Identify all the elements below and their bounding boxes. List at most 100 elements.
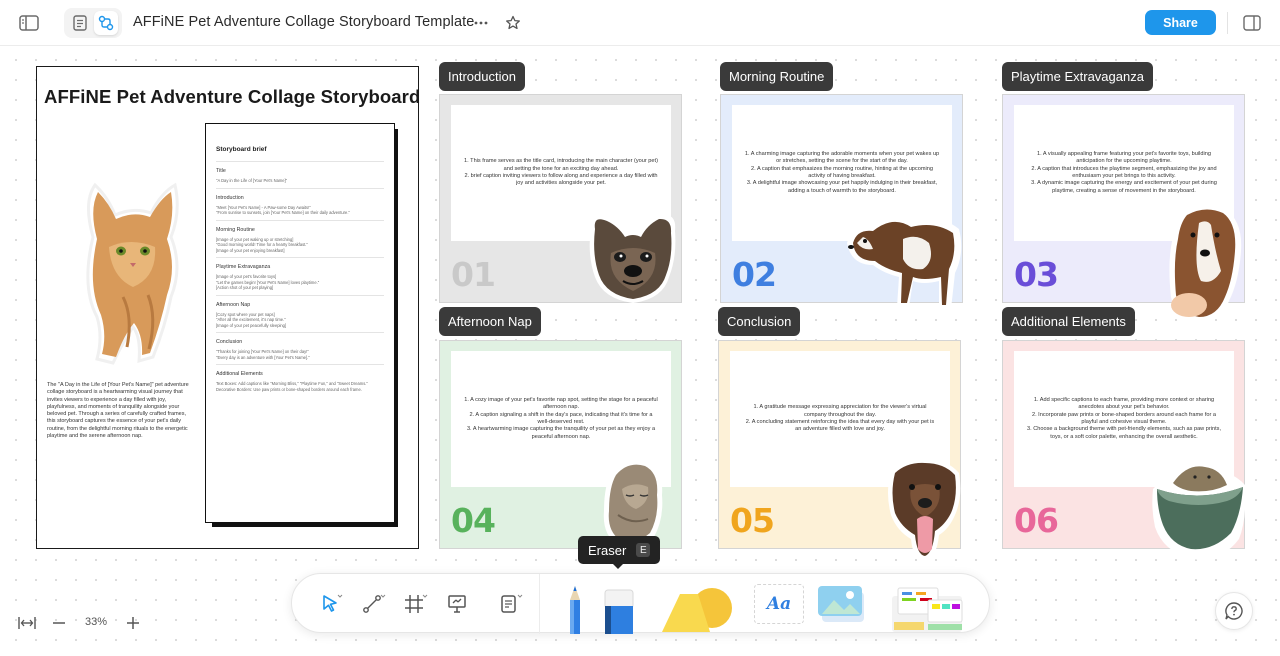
frame-number: 03 [1014,255,1059,294]
share-button[interactable]: Share [1145,10,1216,35]
frame-label-additional-elements[interactable]: Additional Elements [1002,307,1135,336]
frame-line: 1. A visually appealing frame featuring … [1037,151,1211,165]
section-line: [Action shot of your pet playing] [216,285,274,290]
frame-afternoon-nap[interactable]: 1. A cozy image of your pet's favorite n… [439,340,682,549]
brief-section-afternoon-nap: Afternoon Nap [Cozy spot where your pet … [216,302,384,329]
frame-line: 1. A charming image capturing the adorab… [744,151,940,165]
image-tool-icon[interactable] [816,584,868,624]
frame-morning-routine[interactable]: 1. A charming image capturing the adorab… [720,94,963,309]
frame-text: 1. A charming image capturing the adorab… [744,151,940,195]
frame-label-morning-routine[interactable]: Morning Routine [720,62,834,91]
frame-line: 2. Incorporate paw prints or bone-shaped… [1031,411,1217,425]
frame-number: 04 [451,501,496,540]
section-heading: Conclusion [216,339,243,345]
brief-section-conclusion: Conclusion "Thanks for joining [Your Pet… [216,339,384,360]
bulldog-photo[interactable] [585,207,681,310]
frame-line: 3. A delightful image showcasing your pe… [746,180,938,194]
zoom-out-icon[interactable] [51,614,67,632]
frame-line: 1. This frame serves as the title card, … [464,158,658,172]
storyboard-title: AFFiNE Pet Adventure Collage Storyboard [44,86,421,107]
divider [216,364,384,365]
frame-introduction[interactable]: 1. This frame serves as the title card, … [439,94,682,303]
section-line: [Image of your pet enjoying breakfast] [216,247,285,253]
shape-tool-icon[interactable] [660,586,738,634]
pitbull-tongue-photo[interactable] [885,457,963,568]
fit-to-screen-icon[interactable] [17,614,37,632]
frame-additional-elements[interactable]: 1. Add specific captions to each frame, … [1002,340,1246,560]
divider [216,187,384,189]
section-heading: Title [216,168,226,174]
storyboard-brief-frame[interactable]: AFFiNE Pet Adventure Collage Storyboard … [36,66,421,549]
frame-text: 1. A visually appealing frame featuring … [1026,151,1222,195]
frame-line: 2. A caption that introduces the playtim… [1031,165,1217,179]
frame-line: 3. Choose a background theme with pet-fr… [1026,426,1222,440]
frame-line: 2. A caption signaling a shift in the da… [469,411,653,425]
frame-label-conclusion[interactable]: Conclusion [718,307,801,336]
storyboard-brief-card[interactable]: Storyboard brief Title "A Day in the Lif… [205,123,395,523]
divider [216,257,384,258]
frame-text: 1. A cozy image of your pet's favorite n… [463,397,659,441]
edgeless-mode-icon[interactable] [94,11,118,35]
frame-line: 2. brief caption inviting viewers to fol… [464,173,658,187]
right-panel-icon[interactable] [1241,11,1263,35]
divider [216,161,384,162]
section-line: "From sunrise to sunsets, join [Your Pet… [216,210,350,215]
cat-photo[interactable] [53,177,203,367]
section-heading: Additional Elements [216,371,263,377]
frame-text: 1. A gratitude message expressing apprec… [742,404,938,433]
frame-line: 3. A dynamic image capturing the energy … [1031,180,1217,194]
frame-label-afternoon-nap[interactable]: Afternoon Nap [439,307,541,336]
more-icon[interactable] [470,11,492,35]
frame-line: 2. A caption that emphasizes the morning… [751,165,933,179]
brief-section-additional: Additional Elements Text Boxes: Add capt… [216,371,384,392]
section-line: "Every day is an adventure with [Your Pe… [216,354,310,360]
frame-number: 05 [730,501,775,540]
zoom-level[interactable]: 33% [78,616,114,628]
frame-label-introduction[interactable]: Introduction [439,62,525,91]
frame-line: 1. A cozy image of your pet's favorite n… [464,397,658,411]
frame-line: 3. A heartwarming image capturing the tr… [466,426,656,440]
select-tool-icon[interactable] [316,590,346,618]
divider [216,294,384,296]
help-icon[interactable] [1215,592,1253,630]
eraser-tool-icon[interactable] [602,586,636,634]
text-tool-icon[interactable]: Aa [754,584,804,624]
section-line: Decorative Borders: Use paw prints or bo… [216,386,362,392]
document-title[interactable]: AFFiNE Pet Adventure Collage Storyboard … [133,14,474,30]
tooltip-arrow [612,563,624,569]
section-heading: Playtime Extravaganza [216,264,271,270]
top-bar: AFFiNE Pet Adventure Collage Storyboard … [0,0,1280,46]
brief-section-morning-routine: Morning Routine [Image of your pet wakin… [216,227,384,254]
page-mode-icon[interactable] [68,11,92,35]
frame-playtime[interactable]: 1. A visually appealing frame featuring … [1002,94,1245,323]
pen-tool-icon[interactable] [562,584,588,634]
star-icon[interactable] [502,11,524,35]
edgeless-toolbar: Aa [291,573,990,634]
mode-switch [64,8,122,38]
border-collie-photo[interactable] [843,203,965,318]
section-line: [Image of your pet peacefully sleeping] [216,322,287,328]
frame-line: 1. Add specific captions to each frame, … [1033,397,1215,411]
cat-in-bowl-photo[interactable] [1151,459,1247,568]
brief-section-playtime: Playtime Extravaganza [Image of your pet… [216,264,384,291]
frame-conclusion[interactable]: 1. A gratitude message expressing apprec… [718,340,961,561]
puppy-with-toy-photo[interactable] [1163,201,1247,330]
frame-tool-icon[interactable] [400,590,430,618]
text-tool-label: Aa [766,594,792,614]
tooltip-label: Eraser [588,542,627,558]
brief-section-title: Title "A Day in the Life of [Your Pet's … [216,168,384,184]
template-tool-icon[interactable] [888,586,966,632]
connector-tool-icon[interactable] [358,590,388,618]
frame-number: 06 [1014,501,1059,540]
frame-text: 1. Add specific captions to each frame, … [1026,397,1222,441]
frame-line: 2. A concluding statement reinforcing th… [745,419,935,433]
tooltip-shortcut: E [636,543,651,557]
section-heading: Morning Routine [216,226,255,233]
note-tool-icon[interactable] [495,590,525,618]
presentation-tool-icon[interactable] [442,590,472,618]
zoom-in-icon[interactable] [125,614,141,632]
frame-label-playtime[interactable]: Playtime Extravaganza [1002,62,1153,91]
sidebar-toggle-icon[interactable] [16,11,42,35]
divider [216,219,384,221]
section-heading: Introduction [216,194,244,201]
